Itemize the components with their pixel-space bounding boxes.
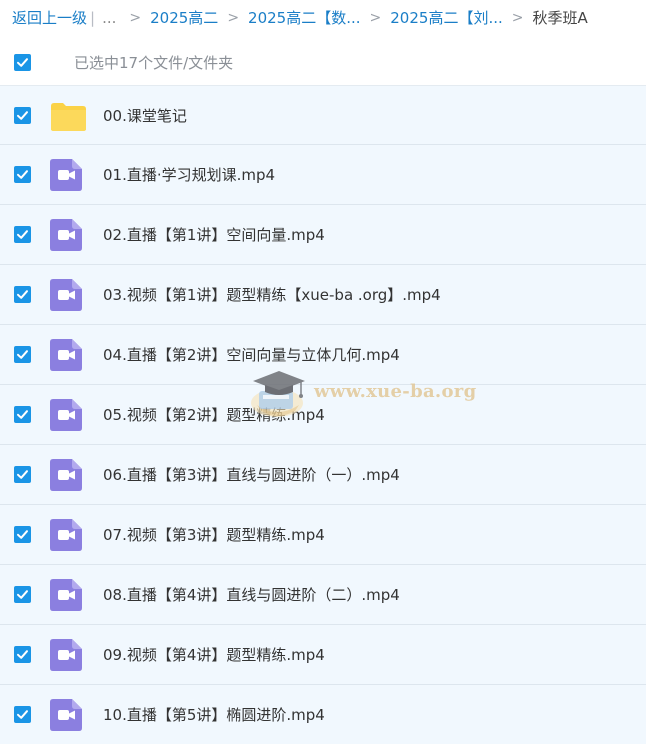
video-file-icon — [50, 519, 82, 551]
file-row[interactable]: 10.直播【第5讲】椭圆进阶.mp4 — [0, 685, 646, 744]
row-checkbox[interactable] — [14, 586, 31, 603]
file-browser: 返回上一级 | ... > 2025高二 > 2025高二【数... > 202… — [0, 0, 646, 744]
video-file-icon — [50, 399, 82, 431]
check-icon — [17, 410, 28, 419]
selection-count: 已选中17个文件/文件夹 — [74, 54, 234, 72]
breadcrumb-current: 秋季班A — [532, 9, 588, 27]
check-icon — [17, 290, 28, 299]
file-name[interactable]: 04.直播【第2讲】空间向量与立体几何.mp4 — [103, 344, 400, 365]
file-name[interactable]: 10.直播【第5讲】椭圆进阶.mp4 — [103, 704, 325, 725]
file-list: 00.课堂笔记 01.直播·学习规划课.mp4 02.直播【第1讲】空间向量.mp4… — [0, 85, 646, 744]
video-file-icon — [50, 579, 82, 611]
breadcrumb-item-3[interactable]: 2025高二【刘... — [390, 7, 502, 28]
video-file-icon — [50, 159, 82, 191]
file-row[interactable]: 09.视频【第4讲】题型精练.mp4 — [0, 625, 646, 685]
breadcrumb-arrow: > — [511, 9, 524, 26]
row-checkbox[interactable] — [14, 406, 31, 423]
back-link[interactable]: 返回上一级 — [12, 7, 87, 28]
select-all-checkbox[interactable] — [14, 54, 31, 71]
video-file-icon — [50, 639, 82, 671]
file-row[interactable]: 05.视频【第2讲】题型精练.mp4 — [0, 385, 646, 445]
file-row[interactable]: 07.视频【第3讲】题型精练.mp4 — [0, 505, 646, 565]
check-icon — [17, 350, 28, 359]
video-file-icon — [50, 699, 82, 731]
breadcrumb-ellipsis[interactable]: ... — [102, 9, 116, 27]
check-icon — [17, 170, 28, 179]
file-name[interactable]: 00.课堂笔记 — [103, 105, 187, 126]
file-row[interactable]: 03.视频【第1讲】题型精练【xue-ba .org】.mp4 — [0, 265, 646, 325]
folder-icon — [51, 103, 86, 131]
check-icon — [17, 590, 28, 599]
row-checkbox[interactable] — [14, 646, 31, 663]
row-checkbox[interactable] — [14, 706, 31, 723]
row-checkbox[interactable] — [14, 466, 31, 483]
file-row[interactable]: 08.直播【第4讲】直线与圆进阶（二）.mp4 — [0, 565, 646, 625]
video-file-icon — [50, 339, 82, 371]
breadcrumb-arrow: > — [129, 9, 142, 26]
breadcrumb: 返回上一级 | ... > 2025高二 > 2025高二【数... > 202… — [0, 0, 646, 35]
check-icon — [17, 230, 28, 239]
row-checkbox[interactable] — [14, 166, 31, 183]
file-row[interactable]: 01.直播·学习规划课.mp4 — [0, 145, 646, 205]
selection-bar: 已选中17个文件/文件夹 — [0, 44, 646, 78]
row-checkbox[interactable] — [14, 226, 31, 243]
file-name[interactable]: 03.视频【第1讲】题型精练【xue-ba .org】.mp4 — [103, 284, 441, 305]
video-file-icon — [50, 219, 82, 251]
file-row[interactable]: 06.直播【第3讲】直线与圆进阶（一）.mp4 — [0, 445, 646, 505]
video-file-icon — [50, 459, 82, 491]
video-file-icon — [50, 279, 82, 311]
file-name[interactable]: 02.直播【第1讲】空间向量.mp4 — [103, 224, 325, 245]
check-icon — [17, 650, 28, 659]
row-checkbox[interactable] — [14, 526, 31, 543]
check-icon — [17, 530, 28, 539]
file-row[interactable]: 02.直播【第1讲】空间向量.mp4 — [0, 205, 646, 265]
breadcrumb-separator: | — [90, 8, 96, 27]
file-name[interactable]: 07.视频【第3讲】题型精练.mp4 — [103, 524, 325, 545]
file-row[interactable]: 00.课堂笔记 — [0, 85, 646, 145]
row-checkbox[interactable] — [14, 346, 31, 363]
row-checkbox[interactable] — [14, 107, 31, 124]
breadcrumb-arrow: > — [369, 9, 382, 26]
file-name[interactable]: 06.直播【第3讲】直线与圆进阶（一）.mp4 — [103, 464, 400, 485]
file-row[interactable]: 04.直播【第2讲】空间向量与立体几何.mp4 — [0, 325, 646, 385]
file-name[interactable]: 08.直播【第4讲】直线与圆进阶（二）.mp4 — [103, 584, 400, 605]
breadcrumb-item-2[interactable]: 2025高二【数... — [248, 7, 360, 28]
file-name[interactable]: 01.直播·学习规划课.mp4 — [103, 164, 275, 185]
file-name[interactable]: 09.视频【第4讲】题型精练.mp4 — [103, 644, 325, 665]
check-icon — [17, 58, 28, 67]
row-checkbox[interactable] — [14, 286, 31, 303]
check-icon — [17, 470, 28, 479]
check-icon — [17, 710, 28, 719]
breadcrumb-item-1[interactable]: 2025高二 — [150, 7, 218, 28]
breadcrumb-arrow: > — [227, 9, 240, 26]
file-name[interactable]: 05.视频【第2讲】题型精练.mp4 — [103, 404, 325, 425]
check-icon — [17, 111, 28, 120]
